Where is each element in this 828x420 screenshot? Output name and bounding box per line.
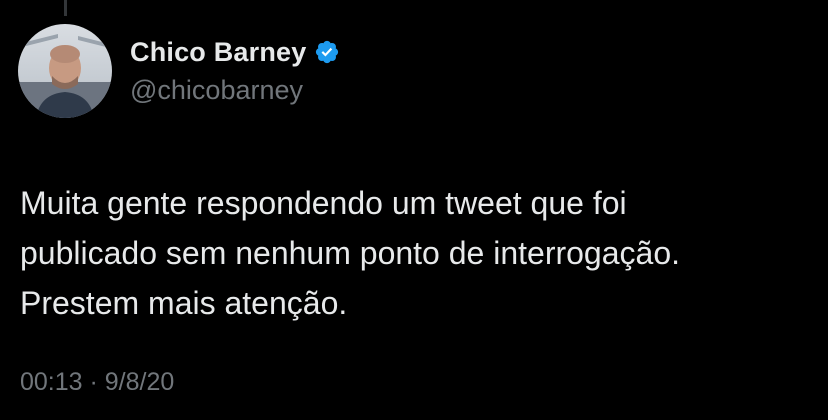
name-row: Chico Barney: [130, 33, 340, 71]
tweet-timestamp[interactable]: 00:13 · 9/8/20: [20, 368, 174, 397]
tweet-text-line: publicado sem nenhum ponto de interrogaç…: [20, 235, 680, 271]
verified-badge-icon: [314, 39, 340, 65]
thread-connector-line: [64, 0, 67, 16]
author-handle[interactable]: @chicobarney: [130, 75, 340, 106]
tweet-text-line: Muita gente respondendo um tweet que foi: [20, 185, 627, 221]
tweet-author: Chico Barney @chicobarney: [130, 33, 340, 106]
tweet-text-line: Prestem mais atenção.: [20, 285, 348, 321]
avatar-photo: [18, 24, 112, 118]
author-display-name[interactable]: Chico Barney: [130, 37, 306, 68]
avatar[interactable]: [18, 24, 112, 118]
tweet-text: Muita gente respondendo um tweet que foi…: [20, 178, 810, 328]
